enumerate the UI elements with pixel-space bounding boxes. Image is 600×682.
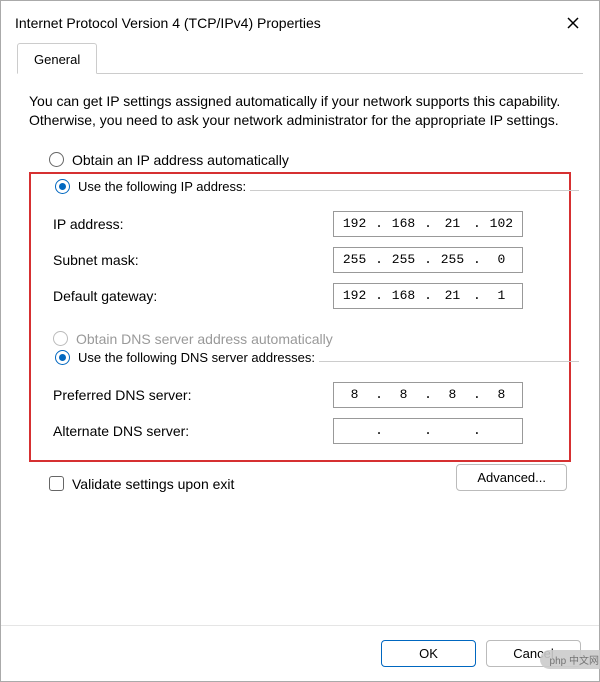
alternate-dns-input[interactable]: . . . [333, 418, 523, 444]
subnet-mask-input[interactable]: 255. 255. 255. 0 [333, 247, 523, 273]
default-gateway-label: Default gateway: [53, 288, 333, 304]
description-text: You can get IP settings assigned automat… [29, 92, 571, 130]
alternate-dns-label: Alternate DNS server: [53, 423, 333, 439]
advanced-button[interactable]: Advanced... [456, 464, 567, 491]
radio-ip-auto[interactable]: Obtain an IP address automatically [49, 152, 571, 168]
radio-icon [53, 331, 68, 346]
radio-dns-auto: Obtain DNS server address automatically [53, 331, 559, 347]
field-ip-address: IP address: 192. 168. 21. 102 [53, 211, 559, 237]
default-gateway-input[interactable]: 192. 168. 21. 1 [333, 283, 523, 309]
ip-address-label: IP address: [53, 216, 333, 232]
validate-checkbox-label: Validate settings upon exit [72, 476, 234, 492]
dialog-window: Internet Protocol Version 4 (TCP/IPv4) P… [0, 0, 600, 682]
radio-dns-auto-label: Obtain DNS server address automatically [76, 331, 333, 347]
radio-ip-auto-label: Obtain an IP address automatically [72, 152, 289, 168]
subnet-mask-label: Subnet mask: [53, 252, 333, 268]
dialog-footer: OK Cancel php 中文网 [1, 625, 599, 681]
cancel-button[interactable]: Cancel [486, 640, 581, 667]
ip-address-input[interactable]: 192. 168. 21. 102 [333, 211, 523, 237]
highlighted-group: Use the following IP address: IP address… [29, 172, 571, 462]
field-subnet-mask: Subnet mask: 255. 255. 255. 0 [53, 247, 559, 273]
field-alternate-dns: Alternate DNS server: . . . [53, 418, 559, 444]
titlebar: Internet Protocol Version 4 (TCP/IPv4) P… [1, 1, 599, 43]
content-area: General You can get IP settings assigned… [1, 43, 599, 625]
ip-fieldset: Use the following IP address: [55, 190, 579, 191]
close-icon [567, 17, 579, 29]
tab-general[interactable]: General [17, 43, 97, 74]
tab-body: You can get IP settings assigned automat… [17, 74, 583, 501]
radio-ip-manual-label: Use the following IP address: [78, 179, 246, 194]
radio-dns-manual[interactable] [55, 350, 70, 365]
preferred-dns-input[interactable]: 8. 8. 8. 8 [333, 382, 523, 408]
radio-dns-manual-label: Use the following DNS server addresses: [78, 350, 315, 365]
field-default-gateway: Default gateway: 192. 168. 21. 1 [53, 283, 559, 309]
checkbox-icon [49, 476, 64, 491]
radio-icon [49, 152, 64, 167]
close-button[interactable] [559, 9, 587, 37]
ok-button[interactable]: OK [381, 640, 476, 667]
tab-strip: General [17, 43, 583, 74]
window-title: Internet Protocol Version 4 (TCP/IPv4) P… [15, 15, 321, 31]
preferred-dns-label: Preferred DNS server: [53, 387, 333, 403]
dns-fieldset: Use the following DNS server addresses: [55, 361, 579, 362]
field-preferred-dns: Preferred DNS server: 8. 8. 8. 8 [53, 382, 559, 408]
radio-ip-manual[interactable] [55, 179, 70, 194]
